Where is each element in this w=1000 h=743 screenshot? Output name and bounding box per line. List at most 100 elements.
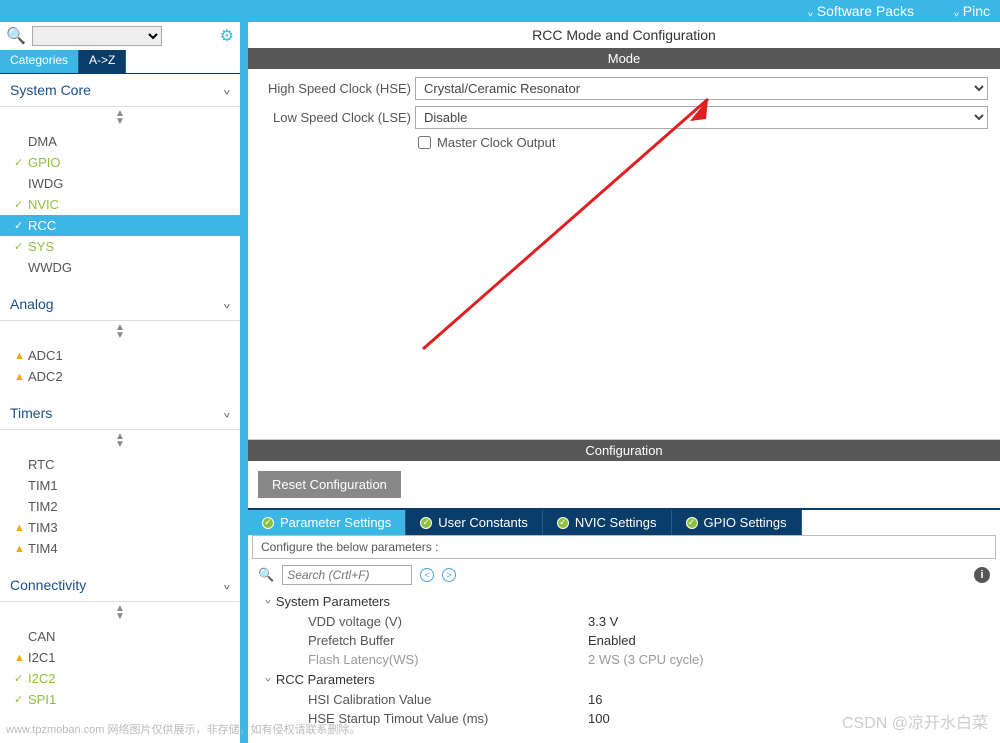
param-value: 2 WS (3 CPU cycle) — [588, 652, 704, 667]
category-header[interactable]: Analog^ — [0, 288, 240, 321]
param-group[interactable]: >System Parameters — [258, 591, 990, 612]
sidebar-item-i2c2[interactable]: ✓ I2C2 — [0, 668, 240, 689]
param-value: 3.3 V — [588, 614, 618, 629]
lse-select[interactable]: Disable — [415, 106, 988, 129]
chevron-down-icon: > — [261, 599, 272, 603]
category-header[interactable]: Timers^ — [0, 397, 240, 430]
sidebar-item-gpio[interactable]: ✓ GPIO — [0, 152, 240, 173]
category-items: CAN ▲I2C1 ✓ I2C2 ✓SPI1 — [0, 624, 240, 720]
sidebar-item-label: CAN — [28, 629, 55, 644]
sidebar-item-label: TIM1 — [28, 478, 58, 493]
mco-checkbox[interactable] — [418, 136, 431, 149]
check-icon: ✓ — [686, 517, 698, 529]
warning-icon: ▲ — [14, 350, 25, 362]
topbar-software-packs[interactable]: ^Software Packs — [808, 3, 914, 19]
param-label: VDD voltage (V) — [308, 614, 588, 629]
chevron-down-icon: ^ — [954, 6, 959, 17]
mode-bar: Mode — [248, 48, 1000, 69]
check-icon: ✓ — [420, 517, 432, 529]
subtab-gpio-settings[interactable]: ✓GPIO Settings — [672, 510, 802, 535]
param-search-row: 🔍 < > i — [248, 559, 1000, 591]
subtab-parameter-settings[interactable]: ✓Parameter Settings — [248, 510, 406, 535]
sort-icon[interactable]: ▲▼ — [0, 107, 240, 129]
check-icon: ✓ — [14, 672, 23, 685]
param-row[interactable]: HSI Calibration Value16 — [258, 690, 990, 709]
sidebar-item-nvic[interactable]: ✓NVIC — [0, 194, 240, 215]
param-search-input[interactable] — [282, 565, 412, 585]
config-subtabs: ✓Parameter Settings ✓User Constants ✓NVI… — [248, 508, 1000, 535]
tab-az[interactable]: A->Z — [79, 50, 126, 73]
param-row[interactable]: Prefetch BufferEnabled — [258, 631, 990, 650]
mco-label: Master Clock Output — [437, 135, 556, 150]
sidebar-item-tim4[interactable]: ▲TIM4 — [0, 538, 240, 559]
param-group[interactable]: >RCC Parameters — [258, 669, 990, 690]
param-row[interactable]: Flash Latency(WS)2 WS (3 CPU cycle) — [258, 650, 990, 669]
watermark-left: www.tpzmoban.com 网络图片仅供展示，非存储，如有侵权请联系删除。 — [6, 721, 360, 737]
sidebar-item-adc1[interactable]: ▲ADC1 — [0, 345, 240, 366]
subtab-user-constants[interactable]: ✓User Constants — [406, 510, 543, 535]
category-header[interactable]: Connectivity^ — [0, 569, 240, 602]
sidebar-item-label: SYS — [28, 239, 54, 254]
sidebar-item-wwdg[interactable]: WWDG — [0, 257, 240, 278]
sidebar-item-label: I2C2 — [28, 671, 55, 686]
sidebar-item-label: TIM2 — [28, 499, 58, 514]
param-row[interactable]: VDD voltage (V)3.3 V — [258, 612, 990, 631]
category-items: DMA✓GPIOIWDG✓NVIC✓RCC✓SYSWWDG — [0, 129, 240, 288]
left-tabs: Categories A->Z — [0, 50, 240, 74]
category-scroll[interactable]: System Core^▲▼DMA✓GPIOIWDG✓NVIC✓RCC✓SYSW… — [0, 74, 240, 743]
sidebar-item-adc2[interactable]: ▲ADC2 — [0, 366, 240, 387]
page-title: RCC Mode and Configuration — [248, 22, 1000, 48]
hse-label: High Speed Clock (HSE) — [260, 81, 415, 96]
category-header[interactable]: System Core^ — [0, 74, 240, 107]
sidebar-item-sys[interactable]: ✓ SYS — [0, 236, 240, 257]
tab-categories[interactable]: Categories — [0, 50, 79, 73]
row-lse: Low Speed Clock (LSE) Disable — [260, 106, 988, 129]
reset-configuration-button[interactable]: Reset Configuration — [258, 471, 401, 498]
param-value: Enabled — [588, 633, 636, 648]
check-icon: ✓ — [14, 219, 23, 232]
check-icon: ✓ — [14, 198, 23, 211]
left-panel: 🔍 ⚙ Categories A->Z System Core^▲▼DMA✓GP… — [0, 22, 248, 743]
sidebar-item-label: TIM3 — [28, 520, 58, 535]
sidebar-item-tim3[interactable]: ▲TIM3 — [0, 517, 240, 538]
sort-icon[interactable]: ▲▼ — [0, 321, 240, 343]
search-select[interactable] — [32, 26, 162, 46]
sort-icon[interactable]: ▲▼ — [0, 430, 240, 452]
chevron-down-icon: ^ — [808, 6, 813, 17]
check-icon: ✓ — [557, 517, 569, 529]
right-panel: RCC Mode and Configuration Mode High Spe… — [248, 22, 1000, 743]
sidebar-item-rtc[interactable]: RTC — [0, 454, 240, 475]
hse-select[interactable]: Crystal/Ceramic Resonator — [415, 77, 988, 100]
chevron-icon: ^ — [224, 406, 230, 420]
sidebar-item-i2c1[interactable]: ▲I2C1 — [0, 647, 240, 668]
sort-icon[interactable]: ▲▼ — [0, 602, 240, 624]
search-icon[interactable]: 🔍 — [258, 567, 274, 583]
topbar-pinout[interactable]: ^Pinc — [954, 3, 990, 19]
sidebar-item-tim2[interactable]: TIM2 — [0, 496, 240, 517]
sidebar-item-label: GPIO — [28, 155, 61, 170]
check-icon: ✓ — [14, 240, 23, 253]
config-bar: Configuration — [248, 440, 1000, 461]
sidebar-item-dma[interactable]: DMA — [0, 131, 240, 152]
sidebar-item-iwdg[interactable]: IWDG — [0, 173, 240, 194]
sidebar-item-spi1[interactable]: ✓SPI1 — [0, 689, 240, 710]
subtab-nvic-settings[interactable]: ✓NVIC Settings — [543, 510, 672, 535]
check-icon: ✓ — [14, 156, 23, 169]
chevron-down-icon: > — [261, 677, 272, 681]
search-icon[interactable]: 🔍 — [6, 26, 26, 46]
warning-icon: ▲ — [14, 371, 25, 383]
next-icon[interactable]: > — [442, 568, 456, 582]
sidebar-item-tim1[interactable]: TIM1 — [0, 475, 240, 496]
chevron-icon: ^ — [224, 83, 230, 97]
param-label: HSI Calibration Value — [308, 692, 588, 707]
gear-icon[interactable]: ⚙ — [220, 26, 234, 46]
param-label: Flash Latency(WS) — [308, 652, 588, 667]
sidebar-item-label: TIM4 — [28, 541, 58, 556]
mode-form: High Speed Clock (HSE) Crystal/Ceramic R… — [248, 69, 1000, 439]
prev-icon[interactable]: < — [420, 568, 434, 582]
sidebar-item-label: IWDG — [28, 176, 63, 191]
sidebar-item-label: I2C1 — [28, 650, 55, 665]
info-icon[interactable]: i — [974, 567, 990, 583]
sidebar-item-rcc[interactable]: ✓RCC — [0, 215, 240, 236]
sidebar-item-can[interactable]: CAN — [0, 626, 240, 647]
